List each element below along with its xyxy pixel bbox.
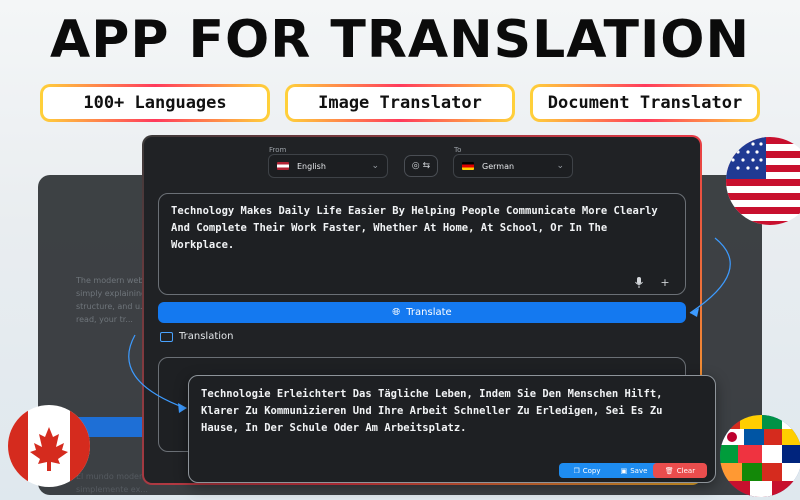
settings-icon: ◎ <box>411 161 420 171</box>
copy-button-label: Copy <box>582 466 601 475</box>
feature-languages: 100+ Languages <box>40 84 270 122</box>
source-language-value: English <box>297 161 326 171</box>
target-language-value: German <box>482 161 515 171</box>
to-label: To <box>454 146 462 154</box>
world-flags-globe <box>720 415 800 497</box>
clear-button[interactable]: 🗑︎ Clear <box>653 463 707 478</box>
save-icon: ▣ <box>620 466 628 475</box>
target-language-select[interactable]: German ⌄ <box>453 154 573 178</box>
swap-languages-button[interactable]: ◎ ⇆ <box>404 155 438 177</box>
translated-text: Technologie Erleichtert Das Tägliche Leb… <box>201 388 663 434</box>
headline: APP FOR TRANSLATION <box>49 10 751 70</box>
from-label: From <box>269 146 287 154</box>
us-flag-icon <box>277 162 289 170</box>
copy-icon: ❐ <box>573 466 580 475</box>
source-language-select[interactable]: English ⌄ <box>268 154 388 178</box>
save-button-label: Save <box>630 466 648 475</box>
chevron-down-icon: ⌄ <box>556 161 564 171</box>
swap-icon: ⇆ <box>422 161 431 171</box>
trash-icon: 🗑︎ <box>664 466 674 475</box>
feature-image-translator: Image Translator <box>285 84 515 122</box>
feature-document-translator: Document Translator <box>530 84 760 122</box>
clear-button-label: Clear <box>676 466 696 475</box>
copy-button[interactable]: ❐ Copy <box>559 463 615 478</box>
chevron-down-icon: ⌄ <box>371 161 379 171</box>
canada-flag-badge <box>8 405 90 487</box>
german-flag-icon <box>462 162 474 170</box>
